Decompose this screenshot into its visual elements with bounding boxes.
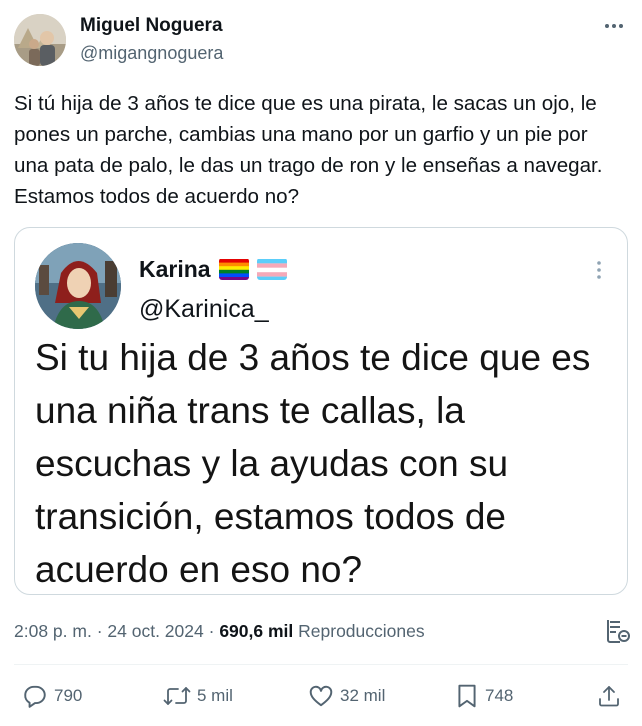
author-avatar[interactable] — [14, 14, 66, 66]
reply-button[interactable]: 790 — [22, 680, 82, 712]
more-horizontal-icon[interactable] — [602, 14, 626, 38]
tweet-time[interactable]: 2:08 p. m. — [14, 621, 92, 641]
quoted-author-name[interactable]: Karina — [139, 254, 287, 284]
action-bar: 790 5 mil 32 mil 748 — [0, 680, 642, 712]
tweet: Miguel Noguera @migangnoguera Si tú hija… — [0, 0, 642, 726]
quoted-author-avatar[interactable] — [35, 243, 121, 329]
repost-button[interactable]: 5 mil — [163, 680, 233, 712]
like-count: 32 mil — [340, 686, 386, 705]
share-button[interactable] — [597, 680, 621, 712]
bookmark-count: 748 — [485, 686, 514, 705]
views-count: 690,6 mil — [219, 621, 294, 641]
quoted-author-handle[interactable]: @Karinica_ — [139, 294, 269, 324]
meta-separator-2: · — [208, 621, 215, 641]
tweet-date[interactable]: 24 oct. 2024 — [107, 621, 203, 641]
transgender-flag-icon — [256, 258, 287, 280]
reply-count: 790 — [54, 686, 83, 705]
author-handle[interactable]: @migangnoguera — [80, 41, 223, 65]
quoted-tweet-text: Si tu hija de 3 años te dice que es una … — [35, 337, 591, 590]
divider — [14, 664, 628, 665]
analytics-icon[interactable] — [604, 617, 632, 645]
share-icon — [597, 683, 621, 709]
repost-icon — [163, 683, 191, 709]
quoted-author-name-text: Karina — [139, 256, 211, 282]
repost-count: 5 mil — [197, 686, 233, 705]
views-label: Reproducciones — [298, 621, 425, 641]
author-name[interactable]: Miguel Noguera — [80, 14, 223, 38]
rainbow-flag-icon — [218, 258, 249, 280]
tweet-meta: 2:08 p. m. · 24 oct. 2024 · 690,6 mil Re… — [14, 619, 425, 643]
quoted-tweet-card[interactable]: Karina @Karinica_ Si tu hija de 3 años t… — [14, 227, 628, 595]
meta-separator: · — [96, 621, 103, 641]
bookmark-icon — [455, 683, 479, 709]
like-button[interactable]: 32 mil — [308, 680, 385, 712]
heart-icon — [308, 683, 334, 709]
reply-icon — [22, 683, 48, 709]
tweet-text: Si tú hija de 3 años te dice que es una … — [14, 92, 609, 208]
more-vertical-icon[interactable] — [593, 258, 605, 282]
bookmark-button[interactable]: 748 — [455, 680, 513, 712]
